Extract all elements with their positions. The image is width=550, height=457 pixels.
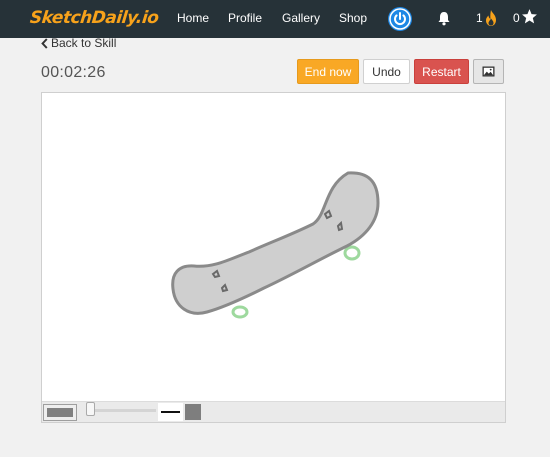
- brush-swatch-fill: [47, 408, 73, 417]
- brush-swatch-button[interactable]: [43, 404, 77, 421]
- site-logo[interactable]: SketchDaily.io: [29, 8, 160, 28]
- brush-color-picker[interactable]: [185, 404, 201, 420]
- reference-image-button[interactable]: [473, 59, 504, 84]
- nav-link-shop[interactable]: Shop: [339, 11, 367, 25]
- sketch-bolt: [220, 283, 229, 293]
- bell-icon[interactable]: [437, 11, 451, 26]
- drawing-canvas[interactable]: [41, 92, 506, 423]
- star-count: 0: [513, 11, 520, 25]
- chevron-left-icon: [41, 38, 48, 49]
- sketch-wheel-back: [231, 305, 249, 319]
- restart-button[interactable]: Restart: [414, 59, 469, 84]
- undo-button[interactable]: Undo: [363, 59, 410, 84]
- flame-icon: [486, 10, 496, 26]
- sketch-bolt: [336, 220, 344, 232]
- power-button[interactable]: [388, 7, 412, 31]
- image-icon: [482, 66, 495, 77]
- brush-size-preview: [158, 403, 183, 421]
- top-navbar: SketchDaily.io Home Profile Gallery Shop…: [0, 0, 550, 38]
- back-to-skill-link[interactable]: Back to Skill: [41, 36, 116, 50]
- sketch-wheel-front: [343, 245, 361, 261]
- brush-size-slider[interactable]: [88, 409, 156, 412]
- session-timer: 00:02:26: [41, 64, 106, 81]
- skateboard-sketch: [171, 171, 380, 319]
- nav-link-home[interactable]: Home: [177, 11, 209, 25]
- brush-preview-line: [161, 411, 180, 413]
- brush-size-slider-handle[interactable]: [86, 402, 95, 416]
- power-icon: [389, 8, 411, 30]
- brush-toolbar: [42, 401, 505, 422]
- star-icon: [522, 9, 537, 24]
- nav-link-profile[interactable]: Profile: [228, 11, 262, 25]
- nav-link-gallery[interactable]: Gallery: [282, 11, 320, 25]
- end-now-button[interactable]: End now: [297, 59, 359, 84]
- flame-count: 1: [476, 11, 483, 25]
- back-to-skill-label: Back to Skill: [51, 36, 117, 50]
- sketch-deck: [171, 171, 380, 315]
